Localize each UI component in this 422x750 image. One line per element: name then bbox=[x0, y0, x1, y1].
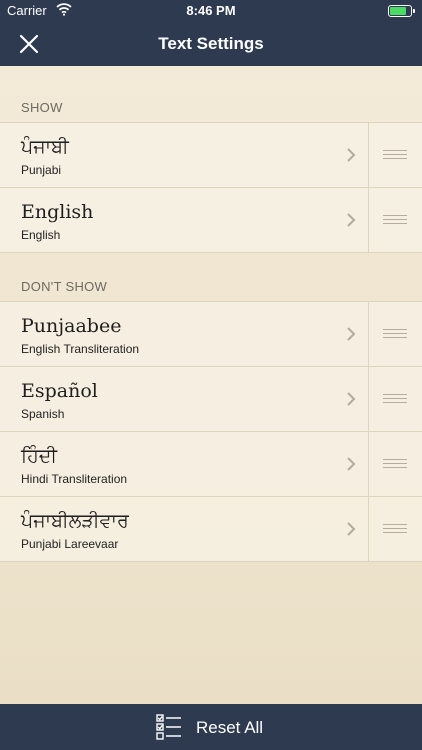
page-title: Text Settings bbox=[158, 34, 264, 53]
item-sublabel: Punjabi bbox=[21, 163, 62, 177]
list-item-hindi[interactable]: ਹਿੰਦੀ Hindi Transliteration bbox=[0, 431, 422, 496]
drag-handle-icon[interactable] bbox=[383, 524, 407, 534]
section-header-dont-show: DON'T SHOW bbox=[21, 279, 108, 294]
checklist-icon bbox=[156, 714, 181, 740]
item-sublabel: English Transliteration bbox=[21, 342, 140, 356]
drag-handle-icon[interactable] bbox=[383, 329, 407, 339]
item-sublabel: English bbox=[21, 228, 61, 242]
drag-handle-icon[interactable] bbox=[383, 459, 407, 469]
chevron-right-icon bbox=[346, 212, 356, 228]
navigation-bar: Text Settings bbox=[0, 22, 422, 66]
battery-icon bbox=[388, 5, 415, 17]
section-header-show: SHOW bbox=[21, 100, 63, 115]
chevron-right-icon bbox=[346, 456, 356, 472]
bottom-toolbar: Reset All bbox=[0, 704, 422, 750]
reset-all-label: Reset All bbox=[196, 718, 264, 737]
chevron-right-icon bbox=[346, 326, 356, 342]
status-bar: Carrier 8:46 PM bbox=[0, 0, 422, 22]
item-label: English bbox=[21, 201, 94, 223]
list-item-spanish[interactable]: Español Spanish bbox=[0, 366, 422, 431]
item-sublabel: Hindi Transliteration bbox=[21, 472, 128, 486]
item-label: Punjaabee bbox=[21, 315, 122, 337]
row-divider bbox=[368, 302, 369, 366]
row-divider bbox=[368, 188, 369, 252]
list-item-english[interactable]: English English bbox=[0, 187, 422, 253]
drag-handle-icon[interactable] bbox=[383, 394, 407, 404]
item-sublabel: Punjabi Lareevaar bbox=[21, 537, 119, 551]
row-divider bbox=[368, 123, 369, 187]
drag-handle-icon[interactable] bbox=[383, 150, 407, 160]
clock: 8:46 PM bbox=[186, 3, 236, 18]
drag-handle-icon[interactable] bbox=[383, 215, 407, 225]
item-label: Español bbox=[21, 380, 98, 402]
list-item-punjabi[interactable]: ਪੰਜਾਬੀ Punjabi bbox=[0, 122, 422, 187]
chevron-right-icon bbox=[346, 147, 356, 163]
row-divider bbox=[368, 367, 369, 431]
item-sublabel: Spanish bbox=[21, 407, 65, 421]
chevron-right-icon bbox=[346, 391, 356, 407]
item-label: ਪੰਜਾਬੀ bbox=[21, 136, 69, 158]
item-label: ਹਿੰਦੀ bbox=[21, 445, 58, 467]
row-divider bbox=[368, 497, 369, 561]
row-divider bbox=[368, 432, 369, 496]
list-item-punjaabee[interactable]: Punjaabee English Transliteration bbox=[0, 301, 422, 366]
item-label: ਪੰਜਾਬੀਲੜੀਵਾਰ bbox=[21, 510, 129, 532]
settings-list: SHOW ਪੰਜਾਬੀ Punjabi English English DON'… bbox=[0, 66, 422, 704]
chevron-right-icon bbox=[346, 521, 356, 537]
list-item-lareevaar[interactable]: ਪੰਜਾਬੀਲੜੀਵਾਰ Punjabi Lareevaar bbox=[0, 496, 422, 562]
